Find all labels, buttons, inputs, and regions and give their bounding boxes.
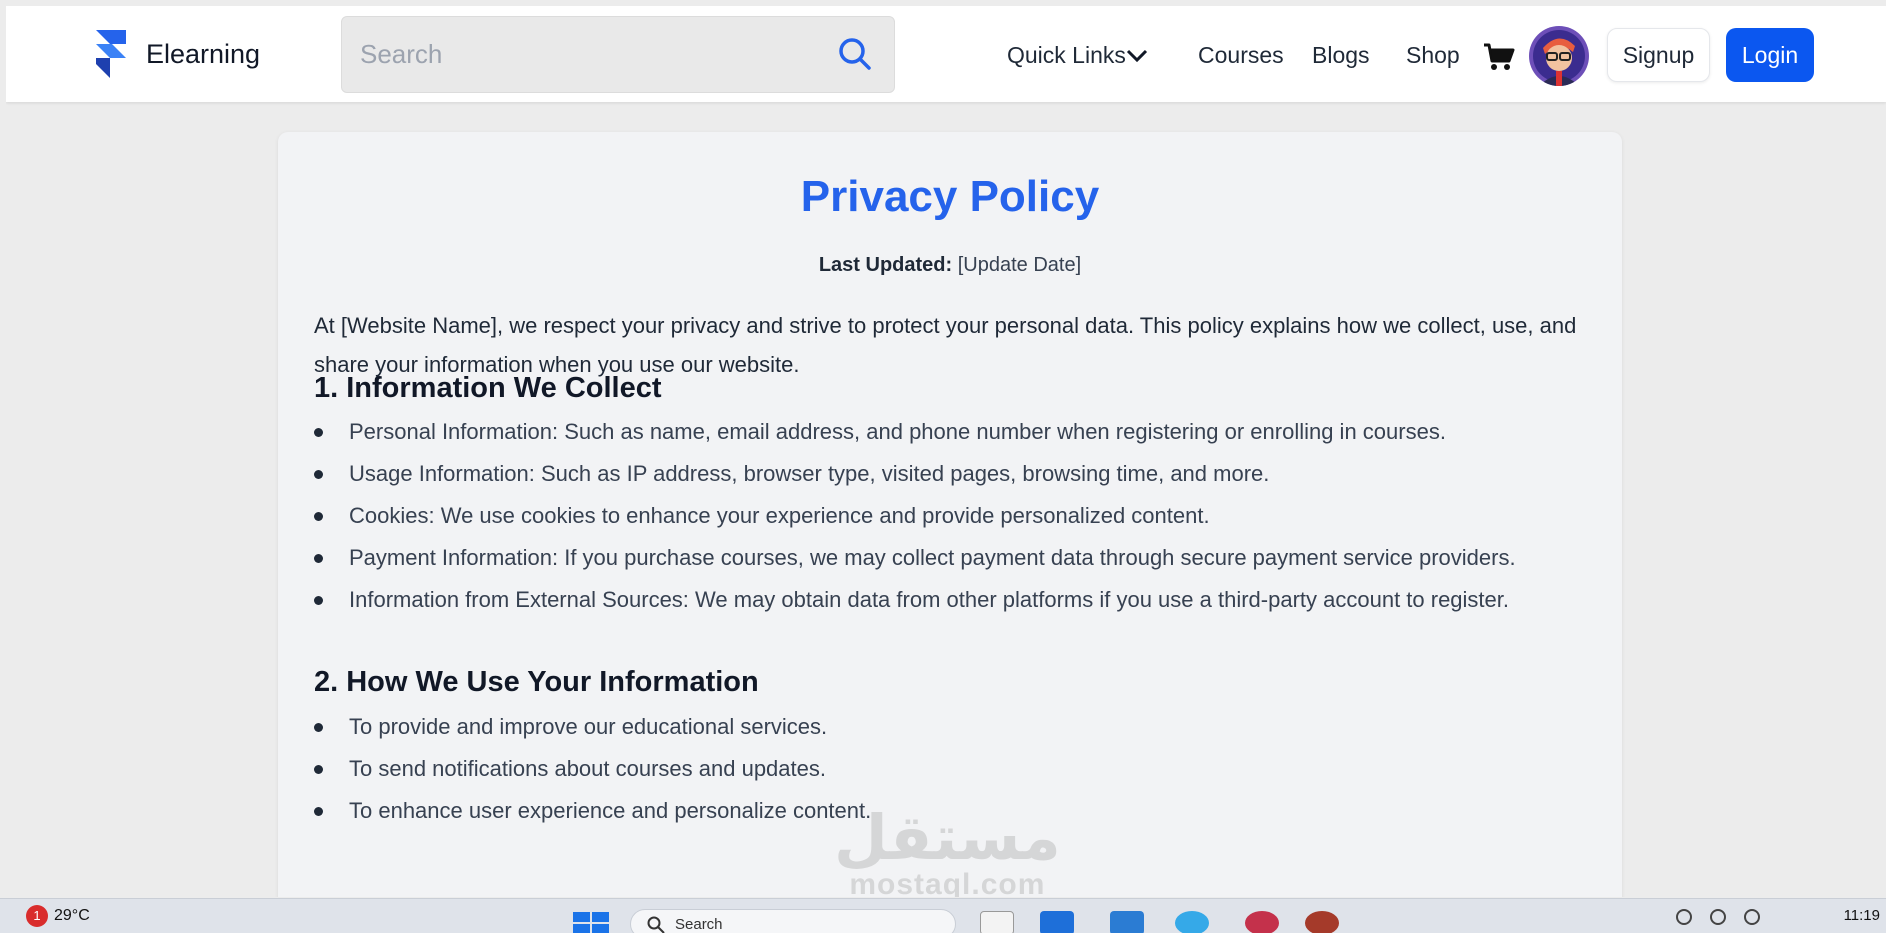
top-navbar: Elearning Quick Links Courses Blogs Shop — [6, 6, 1886, 102]
windows-start-icon[interactable] — [573, 912, 609, 933]
brand-logo[interactable]: Elearning — [92, 30, 260, 78]
windows-taskbar: 1 29°C Search 11:19 — [0, 898, 1886, 933]
framer-logo-icon — [96, 30, 126, 78]
notification-badge: 1 — [26, 905, 48, 927]
vscode-icon[interactable] — [1110, 911, 1144, 933]
temperature: 29°C — [54, 907, 90, 924]
list-item: Usage Information: Such as IP address, b… — [314, 453, 1516, 495]
taskbar-search-text: Search — [675, 916, 723, 933]
shopping-cart-icon[interactable] — [1483, 42, 1515, 72]
list-item: Information from External Sources: We ma… — [314, 579, 1516, 621]
privacy-policy-card: Privacy Policy Last Updated: [Update Dat… — [278, 132, 1622, 897]
chevron-down-icon[interactable] — [1125, 48, 1149, 64]
task-view-icon[interactable] — [980, 911, 1014, 933]
app-icon[interactable] — [1305, 911, 1339, 933]
section-heading-collect: 1. Information We Collect — [314, 372, 662, 404]
last-updated: Last Updated: [Update Date] — [278, 254, 1622, 277]
taskbar-search[interactable]: Search — [630, 909, 956, 933]
signup-button[interactable]: Signup — [1607, 28, 1710, 82]
clock[interactable]: 11:19 — [1844, 907, 1880, 924]
search-bar — [341, 16, 895, 93]
list-item: To provide and improve our educational s… — [314, 706, 871, 748]
list-item: Cookies: We use cookies to enhance your … — [314, 495, 1516, 537]
last-updated-value: [Update Date] — [957, 254, 1082, 276]
collect-list: Personal Information: Such as name, emai… — [314, 411, 1516, 621]
avatar-illustration-icon — [1529, 26, 1589, 86]
nav-shop[interactable]: Shop — [1406, 42, 1460, 69]
volume-icon[interactable] — [1744, 909, 1760, 925]
search-icon — [647, 916, 665, 933]
section-heading-use: 2. How We Use Your Information — [314, 666, 759, 698]
weather-widget[interactable]: 1 29°C — [26, 905, 90, 927]
brand-name: Elearning — [146, 38, 261, 69]
last-updated-label: Last Updated: — [818, 254, 953, 276]
nav-quick-links[interactable]: Quick Links — [1007, 42, 1126, 69]
browser-viewport: Elearning Quick Links Courses Blogs Shop — [6, 6, 1886, 897]
search-input[interactable] — [360, 17, 830, 92]
login-button[interactable]: Login — [1726, 28, 1814, 82]
system-tray — [1676, 909, 1760, 925]
mail-app-icon[interactable] — [1040, 911, 1074, 933]
user-avatar[interactable] — [1529, 26, 1589, 86]
page-title: Privacy Policy — [800, 172, 1100, 221]
list-item: Payment Information: If you purchase cou… — [314, 537, 1516, 579]
app-icon[interactable] — [1245, 911, 1279, 933]
list-item: To enhance user experience and personali… — [314, 790, 871, 832]
nav-courses[interactable]: Courses — [1198, 42, 1284, 69]
edge-browser-icon[interactable] — [1175, 911, 1209, 933]
use-list: To provide and improve our educational s… — [314, 706, 871, 832]
search-icon[interactable] — [838, 37, 872, 71]
chevron-up-icon[interactable] — [1676, 909, 1692, 925]
list-item: Personal Information: Such as name, emai… — [314, 411, 1516, 453]
wifi-icon[interactable] — [1710, 909, 1726, 925]
list-item: To send notifications about courses and … — [314, 748, 871, 790]
nav-blogs[interactable]: Blogs — [1312, 42, 1370, 69]
